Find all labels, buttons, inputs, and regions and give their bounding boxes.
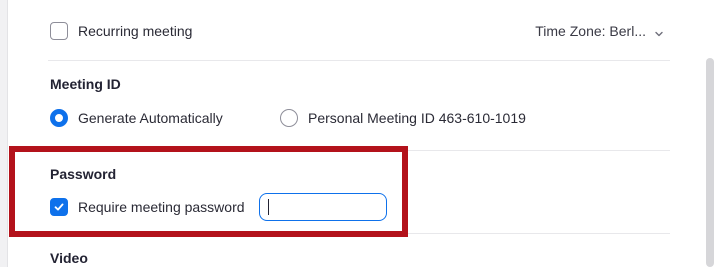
highlight-annotation-box	[9, 146, 408, 237]
personal-meeting-id-label: Personal Meeting ID 463-610-1019	[308, 110, 526, 126]
scrollbar-track[interactable]	[704, 0, 716, 267]
left-edge-panel	[0, 0, 8, 267]
divider	[48, 60, 670, 61]
scrollbar-thumb[interactable]	[706, 58, 714, 267]
recurring-meeting-checkbox[interactable]	[50, 22, 68, 40]
video-title: Video	[50, 250, 88, 266]
personal-meeting-id-radio[interactable]	[280, 109, 298, 127]
timezone-label: Time Zone: Berl...	[535, 23, 646, 39]
radio-personal-meeting-id[interactable]: Personal Meeting ID 463-610-1019	[280, 109, 526, 127]
recurring-meeting-row[interactable]: Recurring meeting	[50, 22, 192, 40]
generate-automatically-label: Generate Automatically	[78, 110, 223, 126]
timezone-dropdown[interactable]: Time Zone: Berl...	[535, 23, 664, 39]
generate-automatically-radio[interactable]	[50, 109, 68, 127]
chevron-down-icon	[654, 26, 664, 37]
radio-generate-automatically[interactable]: Generate Automatically	[50, 109, 223, 127]
recurring-meeting-label: Recurring meeting	[78, 23, 193, 39]
meeting-id-title: Meeting ID	[50, 76, 121, 92]
